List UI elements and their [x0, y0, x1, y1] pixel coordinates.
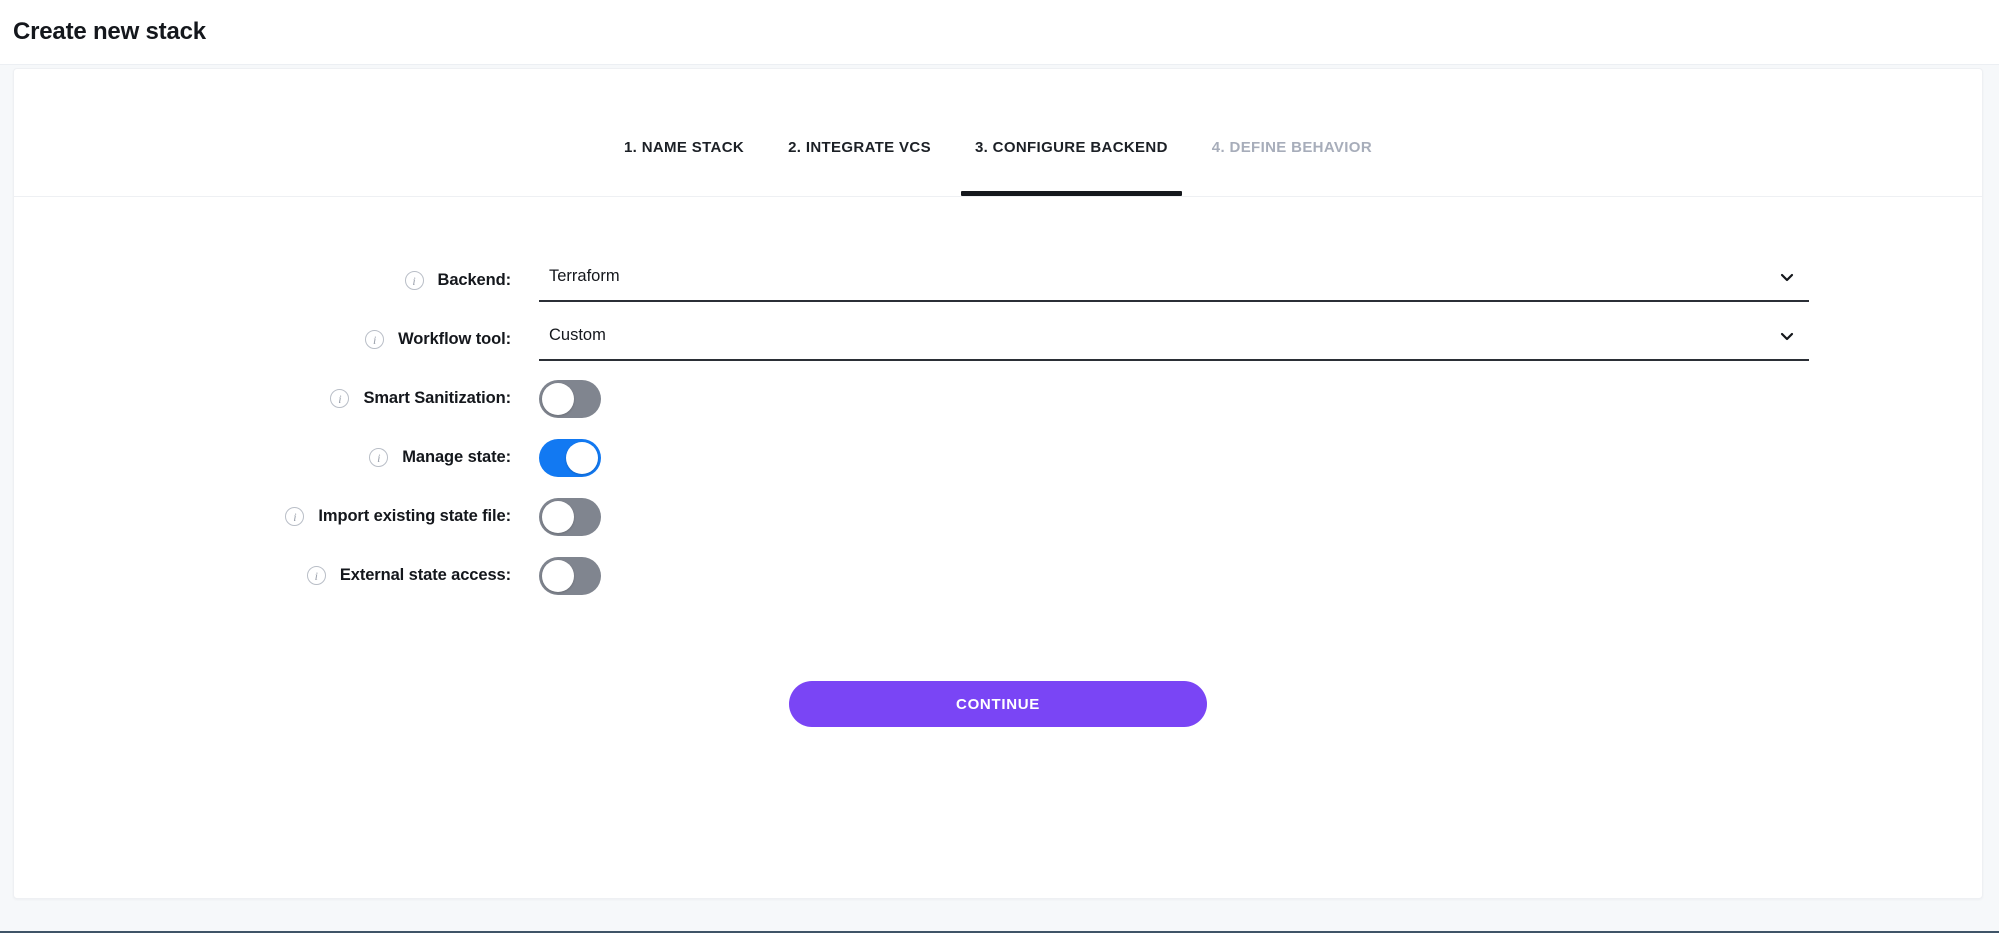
form-row-smart-sanitization: i Smart Sanitization: [14, 369, 1982, 428]
backend-select[interactable]: Terraform [539, 260, 1809, 302]
tab-define-behavior: 4. DEFINE BEHAVIOR [1190, 139, 1394, 196]
form-row-workflow-tool: i Workflow tool: Custom [14, 310, 1982, 369]
label-manage-state: Manage state: [402, 448, 511, 466]
row-left-workflow-tool: i Workflow tool: [14, 330, 511, 349]
page-body: 1. NAME STACK 2. INTEGRATE VCS 3. CONFIG… [0, 65, 1999, 933]
control-backend: Terraform [511, 260, 1982, 302]
form-actions: CONTINUE [14, 605, 1982, 727]
page-title: Create new stack [13, 18, 206, 45]
configure-backend-form: i Backend: Terraform i Workflow tool: Cu… [14, 197, 1982, 898]
smart-sanitization-toggle[interactable] [539, 379, 601, 418]
row-left-manage-state: i Manage state: [14, 448, 511, 467]
app-header: Create new stack [0, 0, 1999, 65]
tab-integrate-vcs[interactable]: 2. INTEGRATE VCS [766, 139, 953, 196]
form-row-external-state-access: i External state access: [14, 546, 1982, 605]
info-circle-icon[interactable]: i [404, 271, 424, 290]
label-external-state-access: External state access: [339, 566, 511, 584]
form-row-backend: i Backend: Terraform [14, 251, 1982, 310]
toggle-knob [542, 559, 574, 592]
info-circle-icon[interactable]: i [306, 566, 326, 585]
label-smart-sanitization: Smart Sanitization: [363, 389, 511, 407]
row-left-backend: i Backend: [14, 271, 511, 290]
workflow-tool-select-value: Custom [549, 326, 606, 344]
info-circle-icon[interactable]: i [330, 389, 350, 408]
info-circle-icon[interactable]: i [369, 448, 389, 467]
toggle-knob [542, 500, 574, 533]
control-workflow-tool: Custom [511, 319, 1982, 361]
row-left-smart-sanitization: i Smart Sanitization: [14, 389, 511, 408]
form-row-manage-state: i Manage state: [14, 428, 1982, 487]
manage-state-toggle[interactable] [539, 438, 601, 477]
toggle-knob [542, 382, 574, 415]
form-row-import-existing-state-file: i Import existing state file: [14, 487, 1982, 546]
import-existing-state-file-toggle[interactable] [539, 497, 601, 536]
tab-configure-backend[interactable]: 3. CONFIGURE BACKEND [953, 139, 1190, 196]
info-circle-icon[interactable]: i [365, 330, 385, 349]
control-external-state-access [511, 556, 1982, 595]
backend-select-value: Terraform [549, 267, 620, 285]
external-state-access-toggle[interactable] [539, 556, 601, 595]
row-left-external-state-access: i External state access: [14, 566, 511, 585]
create-stack-wizard-card: 1. NAME STACK 2. INTEGRATE VCS 3. CONFIG… [13, 68, 1983, 899]
control-smart-sanitization [511, 379, 1982, 418]
control-import-existing-state-file [511, 497, 1982, 536]
chevron-down-icon [1779, 328, 1795, 344]
info-circle-icon[interactable]: i [285, 507, 305, 526]
continue-button[interactable]: CONTINUE [789, 681, 1207, 727]
control-manage-state [511, 438, 1982, 477]
toggle-knob [566, 441, 598, 474]
tab-name-stack[interactable]: 1. NAME STACK [602, 139, 766, 196]
label-workflow-tool: Workflow tool: [398, 330, 511, 348]
chevron-down-icon [1779, 269, 1795, 285]
label-backend: Backend: [437, 271, 512, 289]
label-import-existing-state-file: Import existing state file: [318, 507, 511, 525]
workflow-tool-select[interactable]: Custom [539, 319, 1809, 361]
row-left-import-existing-state-file: i Import existing state file: [14, 507, 511, 526]
wizard-step-tabs: 1. NAME STACK 2. INTEGRATE VCS 3. CONFIG… [14, 69, 1982, 197]
